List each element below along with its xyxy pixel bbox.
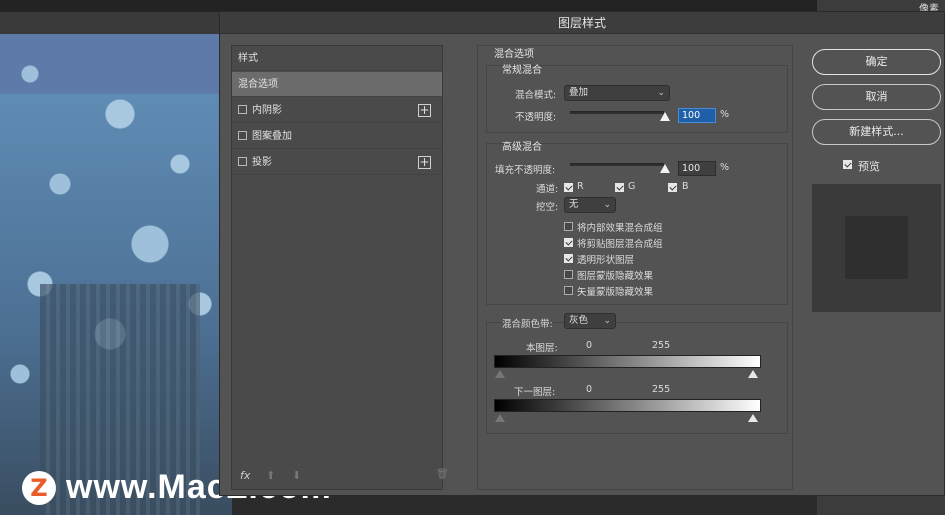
blend-mode-value: 叠加	[569, 87, 589, 98]
channel-b-checkbox[interactable]	[668, 183, 677, 192]
opacity-slider-handle[interactable]	[660, 112, 670, 121]
move-up-icon[interactable]: ⬆	[266, 469, 275, 482]
channel-r-checkbox[interactable]	[564, 183, 573, 192]
preview-label: 预览	[858, 160, 880, 173]
underlying-layer-high-value: 255	[652, 384, 671, 395]
underlying-layer-white-slider[interactable]	[748, 414, 758, 422]
style-item-label: 内阴影	[252, 105, 282, 116]
add-inner-shadow-button[interactable]: +	[418, 104, 431, 117]
this-layer-high-value: 255	[652, 340, 671, 351]
blend-if-value: 灰色	[569, 315, 589, 326]
fill-opacity-percent: %	[720, 162, 730, 173]
underlying-layer-low-value: 0	[586, 384, 593, 395]
drop-shadow-checkbox[interactable]	[238, 156, 247, 166]
fx-icon[interactable]: fx	[240, 469, 250, 482]
this-layer-black-slider[interactable]	[495, 370, 505, 378]
general-blending-title: 常规混合	[502, 65, 542, 76]
blending-options-panel: 混合选项 常规混合 混合模式: 叠加 ⌄ 不透明度: 100 % 高级混合 填充…	[477, 45, 793, 490]
chevron-down-icon: ⌄	[603, 316, 611, 326]
styles-header[interactable]: 样式	[232, 46, 442, 71]
this-layer-low-value: 0	[586, 340, 593, 351]
knockout-select[interactable]: 无 ⌄	[564, 197, 616, 213]
fill-opacity-slider-handle[interactable]	[660, 164, 670, 173]
channel-g-checkbox[interactable]	[615, 183, 624, 192]
cancel-button[interactable]: 取消	[812, 84, 941, 110]
watermark-logo: Z	[22, 470, 56, 505]
layer-style-dialog: 图层样式 样式 混合选项 内阴影 + 图案叠加 投影 + fx ⬆ ⬇ 🗑 混合…	[219, 11, 945, 496]
channel-g-label: G	[628, 181, 636, 192]
preview-thumbnail	[812, 184, 941, 312]
add-drop-shadow-button[interactable]: +	[418, 156, 431, 169]
ok-button[interactable]: 确定	[812, 49, 941, 75]
advanced-blending-title: 高级混合	[502, 142, 542, 153]
vector-mask-hides-label: 矢量蒙版隐藏效果	[577, 287, 654, 298]
underlying-layer-gradient-bar	[494, 399, 761, 412]
chevron-down-icon: ⌄	[657, 88, 665, 98]
this-layer-white-slider[interactable]	[748, 370, 758, 378]
blending-options-title: 混合选项	[494, 49, 534, 60]
blend-mode-label: 混合模式:	[515, 90, 557, 101]
transparency-shapes-checkbox[interactable]	[564, 254, 573, 263]
move-down-icon[interactable]: ⬇	[292, 469, 301, 482]
channel-b-label: B	[682, 181, 689, 192]
style-item-drop-shadow[interactable]: 投影 +	[232, 150, 442, 175]
opacity-slider[interactable]	[570, 111, 664, 114]
document-canvas	[0, 34, 232, 515]
blend-clipped-layers-checkbox[interactable]	[564, 238, 573, 247]
opacity-label: 不透明度:	[515, 112, 557, 123]
this-layer-label: 本图层:	[526, 343, 558, 354]
trash-icon[interactable]: 🗑	[436, 469, 449, 480]
layer-mask-hides-checkbox[interactable]	[564, 270, 573, 279]
inner-shadow-checkbox[interactable]	[238, 104, 247, 114]
style-item-blending-options[interactable]: 混合选项	[232, 72, 442, 97]
channel-r-label: R	[577, 181, 584, 192]
pattern-overlay-checkbox[interactable]	[238, 130, 247, 140]
style-item-label: 投影	[252, 157, 272, 168]
style-item-pattern-overlay[interactable]: 图案叠加	[232, 124, 442, 149]
blend-if-group	[486, 322, 788, 434]
preview-swatch	[845, 216, 908, 279]
new-style-button[interactable]: 新建样式...	[812, 119, 941, 145]
underlying-layer-black-slider[interactable]	[495, 414, 505, 422]
blend-interior-effects-checkbox[interactable]	[564, 222, 573, 231]
vector-mask-hides-checkbox[interactable]	[564, 286, 573, 295]
blend-if-select[interactable]: 灰色 ⌄	[564, 313, 616, 329]
knockout-label: 挖空:	[536, 202, 559, 213]
opacity-input[interactable]: 100	[678, 108, 716, 123]
style-item-inner-shadow[interactable]: 内阴影 +	[232, 98, 442, 123]
fill-opacity-input[interactable]: 100	[678, 161, 716, 176]
styles-list: 样式 混合选项 内阴影 + 图案叠加 投影 + fx ⬆ ⬇ 🗑	[231, 45, 449, 490]
preview-checkbox[interactable]	[843, 160, 852, 169]
style-item-label: 混合选项	[238, 79, 278, 90]
opacity-percent: %	[720, 109, 730, 120]
chevron-down-icon: ⌄	[603, 200, 611, 210]
blend-interior-effects-label: 将内部效果混合成组	[577, 223, 663, 234]
blend-if-label: 混合颜色带:	[502, 319, 553, 330]
fill-opacity-label: 填充不透明度:	[495, 165, 556, 176]
styles-footer: fx ⬆ ⬇ 🗑	[232, 465, 449, 489]
layer-mask-hides-label: 图层蒙版隐藏效果	[577, 271, 654, 282]
underlying-layer-label: 下一图层:	[514, 387, 556, 398]
fill-opacity-slider[interactable]	[570, 163, 664, 166]
dialog-title: 图层样式	[220, 12, 944, 34]
blend-mode-select[interactable]: 叠加 ⌄	[564, 85, 670, 101]
knockout-value: 无	[569, 199, 579, 210]
transparency-shapes-label: 透明形状图层	[577, 255, 635, 266]
blend-clipped-layers-label: 将剪贴图层混合成组	[577, 239, 663, 250]
style-item-label: 图案叠加	[252, 131, 292, 142]
this-layer-gradient-bar	[494, 355, 761, 368]
channels-label: 通道:	[536, 184, 559, 195]
